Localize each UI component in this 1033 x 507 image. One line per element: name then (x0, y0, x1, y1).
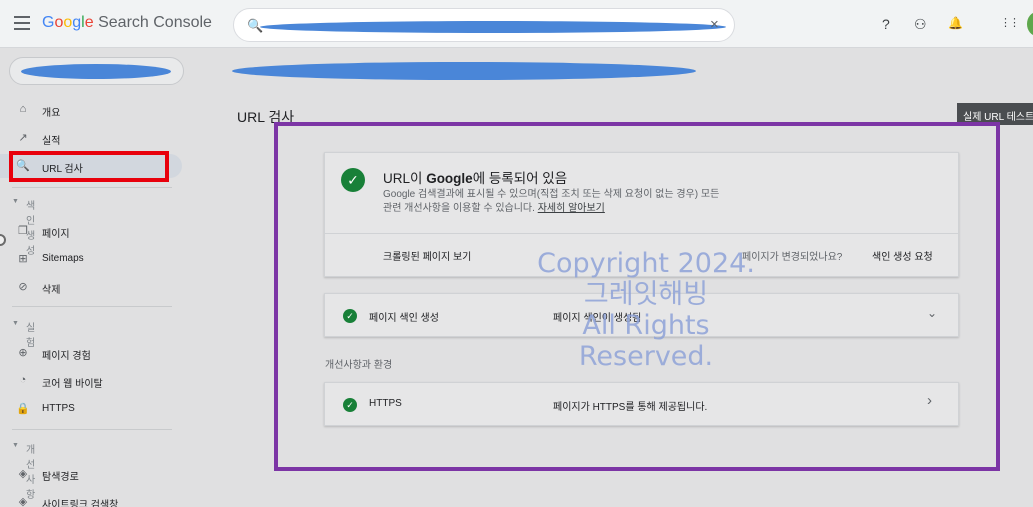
home-icon: ⌂ (19, 103, 27, 115)
sidebar-item-https[interactable]: 🔒 HTTPS (0, 397, 178, 421)
divider (12, 429, 172, 430)
sidebar-item-sitemaps[interactable]: ⊞ Sitemaps (0, 247, 178, 271)
search-console-logo[interactable]: Google Search Console (42, 14, 212, 32)
apps-grid-icon[interactable]: ⋮⋮ (1000, 16, 1020, 29)
sidebar: ⌂ 개요 ↗ 실적 🔍 URL 검사 ▼ 색인생성 ❐ 페이지 ⊞ Sitema… (0, 48, 196, 507)
sidebar-item-label: 페이지 (42, 229, 70, 240)
add-circle-icon: ⊕ (18, 347, 28, 359)
speed-icon: ◔ (19, 374, 27, 386)
url-inspect-search-input[interactable]: 🔍 × (233, 8, 735, 42)
lock-icon: 🔒 (16, 403, 30, 415)
redacted-breadcrumb (232, 62, 696, 80)
sidebar-item-performance[interactable]: ↗ 실적 (0, 126, 178, 150)
account-avatar[interactable] (1027, 12, 1033, 36)
sidebar-item-removals[interactable]: ⊘ 삭제 (0, 275, 178, 299)
manage-users-icon[interactable]: ⚇ (914, 16, 927, 33)
sidebar-item-label: 사이트링크 검색창 (42, 500, 119, 507)
notifications-icon[interactable]: 🔔 (948, 16, 963, 30)
sidebar-item-label: 페이지 경험 (42, 351, 91, 362)
highlight-annotation-purple (274, 122, 1000, 471)
caret-down-icon: ▼ (12, 198, 19, 205)
layers-icon: ◈ (18, 496, 28, 507)
sidebar-item-breadcrumbs[interactable]: ◈ 탐색경로 (0, 462, 178, 486)
sidebar-item-page-experience[interactable]: ⊕ 페이지 경험 (0, 341, 178, 365)
redacted-property (21, 64, 171, 79)
sidebar-item-label: Sitemaps (42, 253, 84, 264)
divider (12, 187, 172, 188)
sidebar-item-label: 개요 (42, 108, 61, 119)
sidebar-item-label: 삭제 (42, 285, 61, 296)
highlight-annotation-red (9, 151, 169, 182)
sidebar-item-core-web-vitals[interactable]: ◔ 코어 웹 바이탈 (0, 369, 178, 393)
caret-down-icon: ▼ (12, 320, 19, 327)
caret-down-icon: ▼ (12, 442, 19, 449)
clear-icon[interactable]: × (710, 16, 719, 33)
trending-up-icon: ↗ (18, 132, 28, 144)
help-icon[interactable]: ? (882, 16, 890, 32)
sidebar-item-label: HTTPS (42, 403, 75, 414)
sitemap-icon: ⊞ (18, 253, 28, 265)
property-selector[interactable] (9, 57, 184, 85)
divider (12, 306, 172, 307)
visibility-off-icon: ⊘ (18, 281, 28, 293)
sidebar-item-label: 실적 (42, 136, 61, 147)
sidebar-item-sitelinks-searchbox[interactable]: ◈ 사이트링크 검색창 (0, 490, 178, 507)
top-app-bar: Google Search Console 🔍 × ? ⚇ 🔔 ⋮⋮ (0, 0, 1033, 48)
redacted-url (260, 21, 726, 33)
sidebar-item-pages[interactable]: ❐ 페이지 (0, 219, 178, 243)
sidebar-item-label: 코어 웹 바이탈 (42, 379, 103, 390)
sidebar-item-overview[interactable]: ⌂ 개요 (0, 98, 178, 122)
pages-icon: ❐ (18, 225, 28, 237)
sidebar-item-label: 탐색경로 (42, 472, 79, 483)
layers-icon: ◈ (18, 468, 28, 480)
hamburger-menu-icon[interactable] (14, 16, 30, 30)
